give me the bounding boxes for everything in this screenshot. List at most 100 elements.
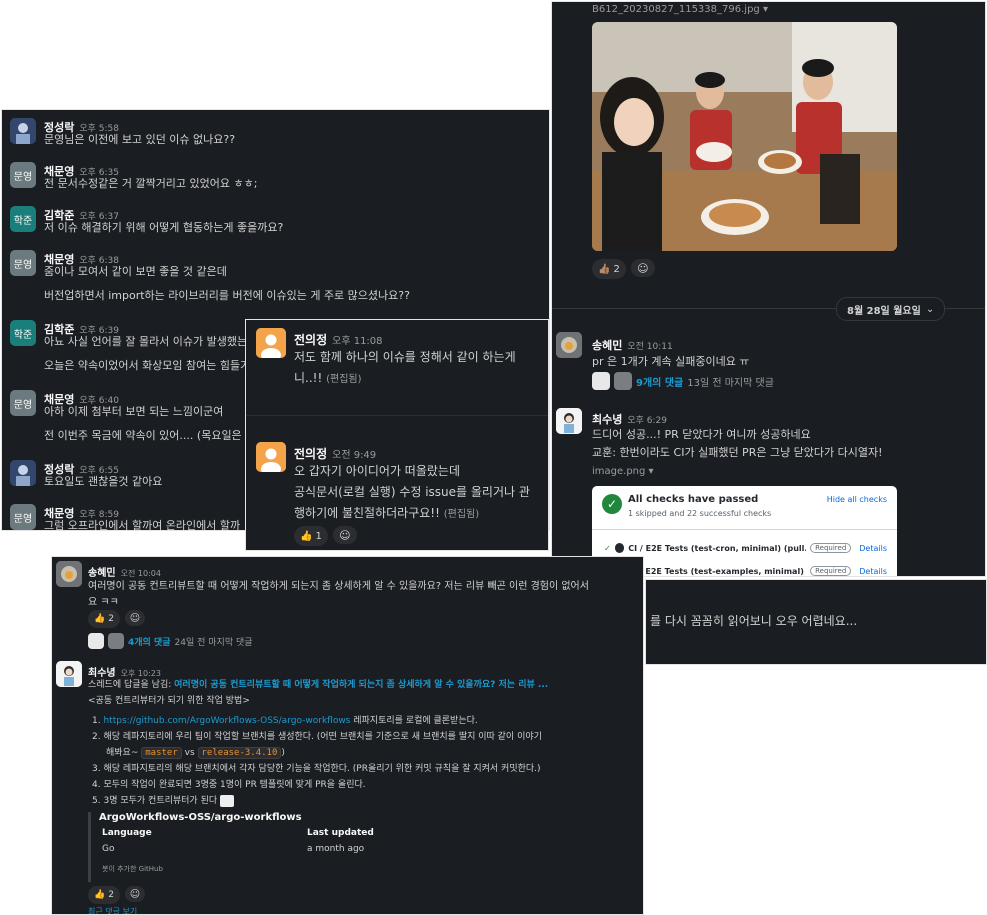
message-header: 송혜민 오전 10:11 [592, 334, 673, 353]
message-text: 문영님은 이전에 보고 있던 이슈 없나요?? [44, 133, 236, 146]
divider [592, 529, 897, 530]
github-icon [614, 543, 625, 553]
message-header: 전의정 오후 11:08 [294, 329, 383, 348]
avatar[interactable] [56, 561, 82, 587]
details-link[interactable]: Details [859, 544, 887, 553]
message-text: 요 ㅋㅋ [88, 597, 119, 608]
image-filename[interactable]: B612_20230827_115338_796.jpg ▾ [592, 4, 768, 15]
message-text: 저 이슈 해결하기 위해 어떻게 협동하는게 좋을까요? [44, 221, 284, 234]
replies-meta: 13일 전 마지막 댓글 [687, 377, 774, 389]
avatar-initials: 문영 [13, 171, 33, 183]
reply-quote-link[interactable]: 여러명이 공동 컨트리뷰트할 때 어떻게 작업하게 되는지 좀 상세하게 알 수… [174, 680, 548, 690]
bottom-thread-panel: 송혜민 오전 10:04 여러명이 공동 컨트리뷰트할 때 어떻게 작업하게 되는… [52, 557, 643, 914]
reaction-thumbs-up[interactable]: 👍 1 [294, 526, 328, 546]
avatar[interactable]: 문영 [10, 504, 36, 530]
message-heading: <공동 컨트리뷰터가 되기 위한 작업 방법> [88, 696, 250, 706]
sender-name[interactable]: 전의정 [294, 333, 327, 347]
avatar[interactable]: 문영 [10, 162, 36, 188]
avatar[interactable]: 학준 [10, 206, 36, 232]
timestamp[interactable]: 오전 10:11 [627, 342, 672, 352]
avatar[interactable] [10, 118, 36, 144]
list-item: 2. 해당 레파지토리에 우리 팀이 작업할 브랜치를 생성한다. (어떤 브랜… [92, 729, 542, 742]
step-text: 레파지토리를 로컬에 클론받는다. [350, 716, 478, 726]
message-text: 공식문서(로컬 실행) 수정 issue를 올리거나 관 [294, 485, 530, 499]
sender-name[interactable]: 최수녕 [592, 413, 622, 426]
unfurl-field-label: Last updated [307, 828, 374, 838]
check-icon: ✓ [604, 543, 611, 553]
avatar[interactable]: 문영 [10, 390, 36, 416]
add-reaction-icon[interactable]: ☺ [124, 886, 145, 902]
message-text: 오늘은 약속이었어서 화상모임 참여는 힘들거 [44, 359, 251, 372]
chevron-down-icon: ▾ [762, 4, 768, 15]
photo-reaction[interactable]: 👍🏽 2 [592, 259, 626, 279]
replies-meta: 24일 전 마지막 댓글 [174, 637, 253, 648]
reaction-thumbs-up[interactable]: 👍 2 [88, 610, 120, 628]
details-link[interactable]: Details [859, 567, 887, 576]
message-header: 최수녕 오후 6:29 [592, 408, 667, 427]
thread-replies[interactable]: 9개의 댓글 13일 전 마지막 댓글 [592, 372, 774, 390]
link-unfurl-card[interactable]: ArgoWorkflows-OSS/argo-workflows Languag… [88, 812, 419, 882]
avatar[interactable] [556, 332, 582, 358]
message-text: 전 문서수정같은 거 깔짝거리고 있었어요 ㅎㅎ; [44, 177, 258, 190]
message-text: 오 갑자기 아이디어가 떠올랐는데 [294, 464, 461, 478]
check-row[interactable]: ✓CI / E2E Tests (test-examples, minimal)… [604, 564, 887, 576]
date-divider[interactable]: 8월 28일 월요일 ⌄ [836, 297, 946, 321]
list-number: 2. [92, 732, 101, 742]
required-badge: Required [810, 566, 852, 576]
replies-count[interactable]: 4개의 댓글 [128, 635, 171, 648]
chevron-down-icon: ▾ [648, 466, 654, 477]
unfurl-field-label: Language [102, 828, 152, 838]
message-text: 전 이번주 목금에 약속이 있어.... (목요일은 밤 [44, 429, 256, 442]
step-text: 해당 레파지토리의 해당 브랜치에서 각자 담당한 기능을 작업한다. (PR올… [103, 764, 541, 774]
photo-illustration [592, 22, 897, 251]
avatar [614, 372, 632, 390]
list-item-continuation: 해봐요~ master vs release-3.4.10) [106, 747, 285, 759]
add-reaction-icon[interactable]: ☺ [124, 610, 145, 626]
avatar-initials: 문영 [13, 513, 33, 525]
unfurl-field-value: a month ago [307, 844, 365, 854]
avatar[interactable]: 학준 [10, 320, 36, 346]
edited-label: (편집됨) [443, 509, 480, 520]
avatar [592, 372, 610, 390]
message-text: 니..!! (편집됨) [294, 371, 362, 385]
message-text: 를 다시 꼼꼼히 읽어보니 오우 어렵네요... [650, 614, 858, 628]
view-recent-replies-link[interactable]: 최근 댓글 보기 [88, 906, 137, 914]
thread-replies[interactable]: 4개의 댓글 24일 전 마지막 댓글 [88, 633, 253, 649]
replies-count[interactable]: 9개의 댓글 [636, 374, 683, 389]
message-text: 줌이나 모여서 같이 보면 좋을 것 같은데 [44, 265, 227, 278]
avatar[interactable] [56, 661, 82, 687]
avatar [108, 633, 124, 649]
timestamp[interactable]: 오후 6:29 [627, 416, 667, 426]
repo-link[interactable]: https://github.com/ArgoWorkflows-OSS/arg… [103, 716, 350, 726]
message-text: 저도 함께 하나의 이슈를 정해서 같이 하는게 [294, 350, 516, 364]
list-number: 5. [92, 796, 101, 806]
required-badge: Required [810, 543, 852, 553]
attachment-name[interactable]: image.png ▾ [592, 466, 654, 477]
list-item: 3. 해당 레파지토리의 해당 브랜치에서 각자 담당한 기능을 작업한다. (… [92, 761, 541, 774]
list-item: 4. 모두의 작업이 완료되면 3명중 1명이 PR 템플릿에 맞게 PR을 올… [92, 777, 366, 790]
avatar[interactable]: 문영 [10, 250, 36, 276]
timestamp[interactable]: 오후 11:08 [332, 336, 382, 347]
add-reaction-icon[interactable]: ☺ [332, 526, 357, 544]
right-chat-panel: B612_20230827_115338_796.jpg ▾ 👍🏽 2 ☺ 8월… [552, 2, 985, 576]
timestamp[interactable]: 오전 9:49 [332, 450, 376, 461]
message-text: pr 은 1개가 계속 실패중이네요 ㅠ [592, 355, 750, 368]
code-master: master [141, 747, 182, 759]
fragment-panel: 를 다시 꼼꼼히 읽어보니 오우 어렵네요... [646, 580, 986, 664]
shared-photo[interactable] [592, 22, 897, 251]
avatar[interactable] [556, 408, 582, 434]
hide-checks-link[interactable]: Hide all checks [827, 495, 887, 504]
step-text: 3명 모두가 컨트리뷰터가 된다 [103, 796, 218, 806]
avatar[interactable] [256, 442, 286, 472]
middle-chat-panel: 전의정 오후 11:08 저도 함께 하나의 이슈를 정해서 같이 하는게 니..… [246, 320, 548, 550]
code-release: release-3.4.10 [197, 747, 282, 759]
avatar[interactable] [256, 328, 286, 358]
avatar[interactable] [10, 460, 36, 486]
message-text: 행하기에 불친절하더라구요!! (편집됨) [294, 506, 480, 520]
add-reaction-icon[interactable]: ☺ [630, 259, 655, 277]
sender-name[interactable]: 송혜민 [592, 339, 622, 352]
check-row[interactable]: ✓ CI / E2E Tests (test-cron, minimal) (pu… [604, 541, 887, 555]
unfurl-title[interactable]: ArgoWorkflows-OSS/argo-workflows [99, 812, 419, 823]
reaction-thumbs-up[interactable]: 👍 2 [88, 886, 120, 904]
sender-name[interactable]: 전의정 [294, 447, 327, 461]
